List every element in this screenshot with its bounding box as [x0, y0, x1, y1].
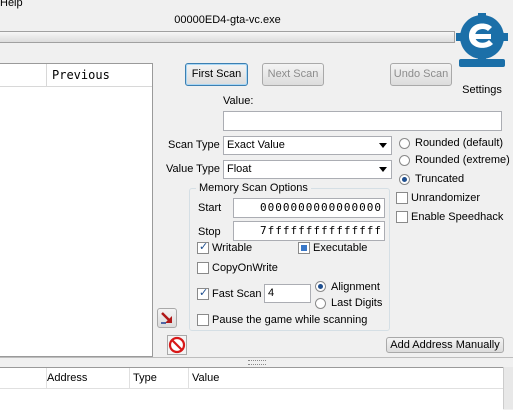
executable-checkbox[interactable] — [298, 242, 310, 254]
address-list-scrollbar[interactable] — [503, 367, 513, 409]
unrandomizer-checkbox[interactable] — [396, 192, 408, 204]
executable-label: Executable — [313, 242, 368, 254]
address-list[interactable]: Address Type Value — [0, 367, 503, 410]
alignment-label: Alignment — [331, 281, 380, 293]
writable-checkbox[interactable] — [197, 240, 209, 254]
writable-label: Writable — [212, 242, 253, 254]
start-label: Start — [198, 202, 222, 214]
undo-scan-button[interactable]: Undo Scan — [390, 63, 452, 86]
menu-bar: Help — [0, 0, 513, 11]
address-column-header[interactable]: Address — [47, 372, 87, 384]
splitter-grip[interactable] — [248, 360, 266, 365]
stop-icon[interactable] — [167, 335, 187, 355]
rounded-default-radio[interactable] — [399, 138, 410, 149]
value-type-select[interactable]: Float — [223, 160, 392, 179]
scan-type-label: Scan Type — [168, 139, 220, 151]
menu-help[interactable]: Help — [0, 0, 23, 9]
splitter[interactable] — [0, 357, 513, 358]
fast-scan-checkbox[interactable] — [197, 286, 209, 300]
add-address-manually-button[interactable]: Add Address Manually — [386, 337, 504, 353]
results-header: Previous — [0, 64, 152, 87]
first-scan-button[interactable]: First Scan — [185, 63, 248, 86]
value-column-header[interactable]: Value — [192, 372, 219, 384]
scan-type-select[interactable]: Exact Value — [223, 136, 392, 155]
last-digits-radio[interactable] — [315, 298, 326, 309]
cheat-engine-logo-icon[interactable] — [456, 13, 508, 69]
fast-scan-alignment-input[interactable]: 4 — [264, 284, 311, 303]
chevron-down-icon — [379, 143, 387, 148]
last-digits-label: Last Digits — [331, 297, 383, 309]
scan-type-value: Exact Value — [227, 139, 285, 151]
type-column-header[interactable]: Type — [133, 372, 157, 384]
scan-progress-bar — [0, 31, 455, 43]
fast-scan-label: Fast Scan — [212, 288, 262, 300]
memory-scan-options-title: Memory Scan Options — [196, 182, 311, 194]
pause-game-checkbox[interactable] — [197, 314, 209, 326]
previous-column-header[interactable]: Previous — [52, 68, 110, 82]
next-scan-button[interactable]: Next Scan — [262, 63, 324, 86]
value-type-value: Float — [227, 163, 252, 175]
start-address-input[interactable]: 0000000000000000 — [233, 198, 385, 218]
rounded-default-label: Rounded (default) — [415, 137, 504, 149]
truncated-radio[interactable] — [399, 174, 410, 185]
value-input[interactable] — [223, 111, 502, 131]
truncated-label: Truncated — [415, 173, 465, 185]
copy-on-write-label: CopyOnWrite — [212, 262, 278, 274]
address-list-header: Address Type Value — [0, 368, 503, 389]
speedhack-checkbox[interactable] — [396, 211, 408, 223]
alignment-radio[interactable] — [315, 281, 326, 292]
settings-label[interactable]: Settings — [456, 84, 508, 96]
pause-game-label: Pause the game while scanning — [212, 314, 368, 326]
chevron-down-icon — [379, 167, 387, 172]
rounded-extreme-label: Rounded (extreme) — [415, 154, 510, 166]
scan-results-list[interactable]: Previous — [0, 63, 153, 357]
unrandomizer-label: Unrandomizer — [411, 192, 481, 204]
arrow-down-right-icon — [161, 312, 172, 324]
value-type-label: Value Type — [166, 163, 221, 175]
stop-address-input[interactable]: 7fffffffffffffff — [233, 221, 385, 241]
value-label: Value: — [223, 95, 254, 107]
process-title: 00000ED4-gta-vc.exe — [174, 14, 281, 26]
copy-to-address-list-button[interactable] — [157, 308, 177, 328]
copy-on-write-checkbox[interactable] — [197, 262, 209, 274]
stop-label: Stop — [198, 226, 221, 238]
speedhack-label: Enable Speedhack — [411, 211, 504, 223]
rounded-extreme-radio[interactable] — [399, 155, 410, 166]
